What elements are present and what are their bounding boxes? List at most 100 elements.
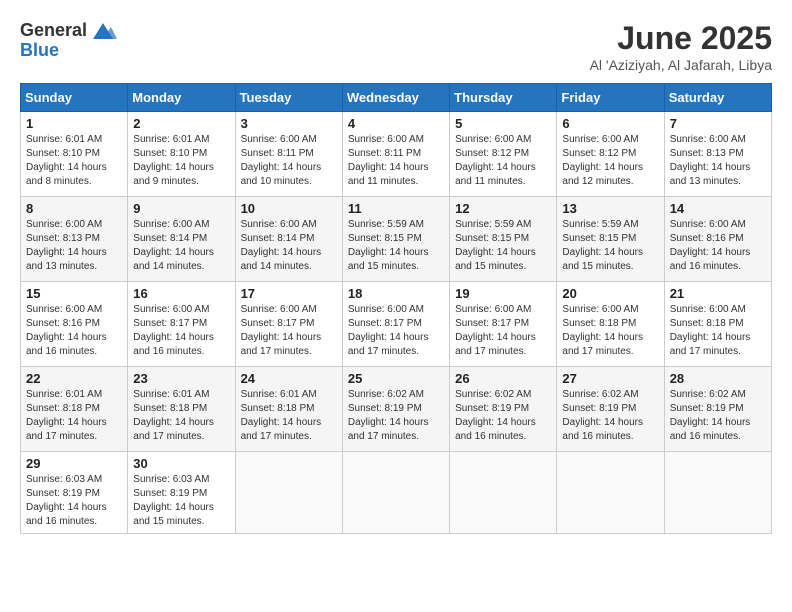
calendar-cell: 1Sunrise: 6:01 AMSunset: 8:10 PMDaylight…	[21, 112, 128, 197]
weekday-saturday: Saturday	[664, 84, 771, 112]
calendar-week-4: 22 Sunrise: 6:01 AMSunset: 8:18 PMDayligh…	[21, 367, 772, 452]
calendar-cell	[664, 452, 771, 534]
day-info: Sunrise: 6:00 AMSunset: 8:17 PMDaylight:…	[241, 303, 337, 359]
day-number: 20	[562, 286, 658, 301]
weekday-monday: Monday	[128, 84, 235, 112]
day-number: 12	[455, 201, 551, 216]
weekday-tuesday: Tuesday	[235, 84, 342, 112]
calendar-cell	[450, 452, 557, 534]
day-number: 11	[348, 201, 444, 216]
calendar-cell: 13 Sunrise: 5:59 AMSunset: 8:15 PMDayligh…	[557, 197, 664, 282]
page-header: General Blue June 2025 Al 'Aziziyah, Al …	[20, 20, 772, 73]
day-number: 17	[241, 286, 337, 301]
calendar-cell: 20 Sunrise: 6:00 AMSunset: 8:18 PMDayligh…	[557, 282, 664, 367]
calendar-cell: 29 Sunrise: 6:03 AMSunset: 8:19 PMDayligh…	[21, 452, 128, 534]
day-info: Sunrise: 6:01 AMSunset: 8:10 PMDaylight:…	[133, 133, 229, 189]
weekday-wednesday: Wednesday	[342, 84, 449, 112]
day-number: 24	[241, 371, 337, 386]
day-info: Sunrise: 6:03 AMSunset: 8:19 PMDaylight:…	[26, 473, 122, 529]
day-number: 22	[26, 371, 122, 386]
title-block: June 2025 Al 'Aziziyah, Al Jafarah, Liby…	[590, 20, 772, 73]
day-number: 5	[455, 116, 551, 131]
day-number: 23	[133, 371, 229, 386]
day-info: Sunrise: 6:01 AMSunset: 8:18 PMDaylight:…	[241, 388, 337, 444]
calendar-week-5: 29 Sunrise: 6:03 AMSunset: 8:19 PMDayligh…	[21, 452, 772, 534]
day-number: 13	[562, 201, 658, 216]
day-number: 9	[133, 201, 229, 216]
calendar-cell: 22Sunrise: 6:01 AMSunset: 8:18 PMDayligh…	[21, 367, 128, 452]
day-info: Sunrise: 6:01 AMSunset: 8:18 PMDaylight:…	[133, 388, 229, 444]
day-info: Sunrise: 6:00 AMSunset: 8:18 PMDaylight:…	[670, 303, 766, 359]
day-info: Sunrise: 6:02 AMSunset: 8:19 PMDaylight:…	[348, 388, 444, 444]
day-info: Sunrise: 5:59 AMSunset: 8:15 PMDaylight:…	[348, 218, 444, 274]
calendar-week-3: 15 Sunrise: 6:00 AMSunset: 8:16 PMDayligh…	[21, 282, 772, 367]
calendar-cell: 16 Sunrise: 6:00 AMSunset: 8:17 PMDayligh…	[128, 282, 235, 367]
day-info: Sunrise: 6:00 AMSunset: 8:11 PMDaylight:…	[241, 133, 337, 189]
day-info: Sunrise: 6:00 AMSunset: 8:18 PMDaylight:…	[562, 303, 658, 359]
day-number: 2	[133, 116, 229, 131]
calendar-cell: 21 Sunrise: 6:00 AMSunset: 8:18 PMDayligh…	[664, 282, 771, 367]
calendar-cell	[557, 452, 664, 534]
calendar-cell: 24 Sunrise: 6:01 AMSunset: 8:18 PMDayligh…	[235, 367, 342, 452]
weekday-thursday: Thursday	[450, 84, 557, 112]
calendar-cell	[235, 452, 342, 534]
calendar-cell: 7 Sunrise: 6:00 AMSunset: 8:13 PMDaylight…	[664, 112, 771, 197]
day-info: Sunrise: 6:00 AMSunset: 8:14 PMDaylight:…	[133, 218, 229, 274]
day-info: Sunrise: 6:00 AMSunset: 8:13 PMDaylight:…	[670, 133, 766, 189]
logo-icon	[89, 21, 117, 41]
day-number: 14	[670, 201, 766, 216]
day-number: 29	[26, 456, 122, 471]
day-info: Sunrise: 6:02 AMSunset: 8:19 PMDaylight:…	[670, 388, 766, 444]
day-number: 21	[670, 286, 766, 301]
day-info: Sunrise: 6:00 AMSunset: 8:11 PMDaylight:…	[348, 133, 444, 189]
day-info: Sunrise: 6:00 AMSunset: 8:12 PMDaylight:…	[562, 133, 658, 189]
logo-blue: Blue	[20, 40, 117, 61]
day-number: 18	[348, 286, 444, 301]
calendar-cell: 14Sunrise: 6:00 AMSunset: 8:16 PMDayligh…	[664, 197, 771, 282]
calendar-cell: 10 Sunrise: 6:00 AMSunset: 8:14 PMDayligh…	[235, 197, 342, 282]
calendar-cell: 9 Sunrise: 6:00 AMSunset: 8:14 PMDaylight…	[128, 197, 235, 282]
logo-text: General	[20, 20, 117, 42]
calendar-cell: 27 Sunrise: 6:02 AMSunset: 8:19 PMDayligh…	[557, 367, 664, 452]
calendar-cell: 28 Sunrise: 6:02 AMSunset: 8:19 PMDayligh…	[664, 367, 771, 452]
calendar-cell: 18 Sunrise: 6:00 AMSunset: 8:17 PMDayligh…	[342, 282, 449, 367]
day-number: 27	[562, 371, 658, 386]
day-number: 10	[241, 201, 337, 216]
weekday-sunday: Sunday	[21, 84, 128, 112]
day-info: Sunrise: 6:00 AMSunset: 8:17 PMDaylight:…	[455, 303, 551, 359]
day-number: 28	[670, 371, 766, 386]
location: Al 'Aziziyah, Al Jafarah, Libya	[590, 57, 772, 73]
day-number: 15	[26, 286, 122, 301]
day-info: Sunrise: 6:02 AMSunset: 8:19 PMDaylight:…	[455, 388, 551, 444]
day-info: Sunrise: 6:00 AMSunset: 8:17 PMDaylight:…	[348, 303, 444, 359]
calendar-body: 1Sunrise: 6:01 AMSunset: 8:10 PMDaylight…	[21, 112, 772, 534]
calendar-cell: 26 Sunrise: 6:02 AMSunset: 8:19 PMDayligh…	[450, 367, 557, 452]
calendar-cell: 11 Sunrise: 5:59 AMSunset: 8:15 PMDayligh…	[342, 197, 449, 282]
calendar-cell: 30Sunrise: 6:03 AMSunset: 8:19 PMDayligh…	[128, 452, 235, 534]
day-number: 26	[455, 371, 551, 386]
day-info: Sunrise: 6:03 AMSunset: 8:19 PMDaylight:…	[133, 473, 229, 529]
day-info: Sunrise: 6:02 AMSunset: 8:19 PMDaylight:…	[562, 388, 658, 444]
day-info: Sunrise: 5:59 AMSunset: 8:15 PMDaylight:…	[455, 218, 551, 274]
calendar-cell: 12 Sunrise: 5:59 AMSunset: 8:15 PMDayligh…	[450, 197, 557, 282]
day-info: Sunrise: 5:59 AMSunset: 8:15 PMDaylight:…	[562, 218, 658, 274]
day-info: Sunrise: 6:00 AMSunset: 8:16 PMDaylight:…	[26, 303, 122, 359]
month-title: June 2025	[590, 20, 772, 57]
day-number: 6	[562, 116, 658, 131]
calendar-cell: 4Sunrise: 6:00 AMSunset: 8:11 PMDaylight…	[342, 112, 449, 197]
day-number: 7	[670, 116, 766, 131]
day-number: 16	[133, 286, 229, 301]
day-info: Sunrise: 6:00 AMSunset: 8:17 PMDaylight:…	[133, 303, 229, 359]
calendar-cell: 3 Sunrise: 6:00 AMSunset: 8:11 PMDaylight…	[235, 112, 342, 197]
weekday-friday: Friday	[557, 84, 664, 112]
calendar-cell: 6 Sunrise: 6:00 AMSunset: 8:12 PMDaylight…	[557, 112, 664, 197]
calendar-cell: 19Sunrise: 6:00 AMSunset: 8:17 PMDayligh…	[450, 282, 557, 367]
day-number: 25	[348, 371, 444, 386]
calendar-cell	[342, 452, 449, 534]
day-info: Sunrise: 6:00 AMSunset: 8:14 PMDaylight:…	[241, 218, 337, 274]
calendar-cell: 15 Sunrise: 6:00 AMSunset: 8:16 PMDayligh…	[21, 282, 128, 367]
calendar-cell: 17 Sunrise: 6:00 AMSunset: 8:17 PMDayligh…	[235, 282, 342, 367]
calendar-cell: 2 Sunrise: 6:01 AMSunset: 8:10 PMDaylight…	[128, 112, 235, 197]
day-number: 3	[241, 116, 337, 131]
calendar-cell: 23 Sunrise: 6:01 AMSunset: 8:18 PMDayligh…	[128, 367, 235, 452]
